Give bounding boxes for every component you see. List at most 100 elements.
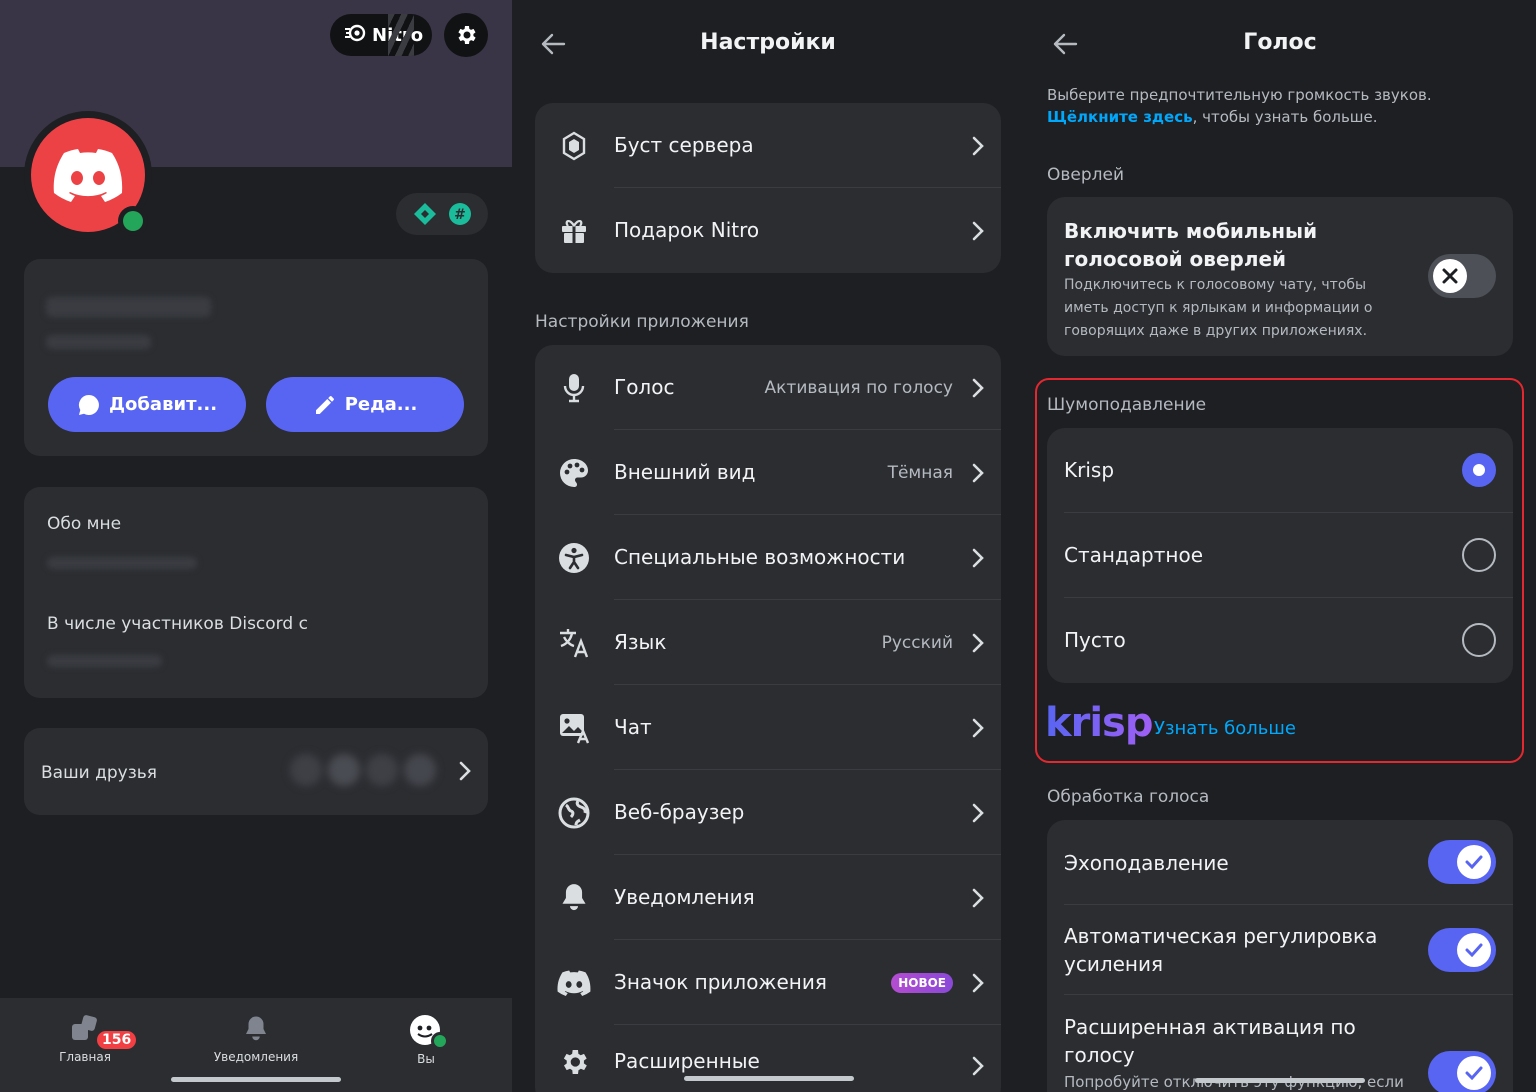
processing-echo-cancellation[interactable]: Эхоподавление: [1047, 820, 1513, 905]
chat-bubble-icon: [78, 394, 99, 415]
checkmark-icon: [1465, 855, 1483, 869]
nav-notifications-label: Уведомления: [213, 1050, 299, 1064]
nav-you[interactable]: Вы: [366, 1014, 486, 1066]
online-status-icon: [118, 206, 148, 236]
overlay-toggle[interactable]: [1428, 254, 1496, 298]
settings-gear-button[interactable]: [444, 13, 488, 57]
new-badge: НОВОЕ: [891, 973, 953, 993]
bell-icon: [557, 881, 591, 915]
nav-you-label: Вы: [417, 1052, 435, 1066]
add-status-button[interactable]: Добавит...: [48, 377, 246, 432]
chevron-right-icon: [972, 463, 984, 483]
chat-image-icon: [557, 711, 591, 745]
edit-profile-label: Реда...: [344, 394, 418, 415]
chevron-right-icon: [972, 136, 984, 156]
unread-badge: 156: [94, 1028, 140, 1052]
settings-row-chat[interactable]: Чат: [535, 685, 1001, 770]
row-label: Голос: [614, 375, 675, 399]
row-label: Значок приложения: [614, 970, 827, 994]
settings-row-boost[interactable]: Буст сервера: [535, 103, 1001, 188]
overlay-title: Включить мобильный голосовой оверлей: [1064, 219, 1318, 271]
toggle-knob: [1457, 845, 1491, 879]
row-label: Специальные возможности: [614, 545, 906, 569]
settings-row-advanced[interactable]: Расширенные: [535, 1025, 1001, 1092]
profile-badges[interactable]: #: [396, 193, 488, 235]
friend-avatars: [290, 754, 450, 790]
intro-text: Выберите предпочтительную громкость звук…: [1047, 86, 1432, 104]
blurred-about: [47, 557, 197, 569]
friends-card[interactable]: Ваши друзья: [24, 728, 488, 815]
toggle-knob: [1457, 933, 1491, 967]
intro-suffix: , чтобы узнать больше.: [1192, 108, 1378, 126]
row-value: Русский: [881, 633, 953, 653]
channel-badge-icon: #: [449, 203, 471, 225]
home-indicator: [1195, 1078, 1365, 1083]
advanced-voice-toggle[interactable]: [1428, 1051, 1496, 1092]
settings-row-gift[interactable]: Подарок Nitro: [535, 188, 1001, 273]
hypesquad-badge-icon: [414, 203, 436, 225]
overlay-section-label: Оверлей: [1047, 165, 1125, 185]
page-title: Настройки: [700, 30, 836, 55]
page-title: Голос: [1243, 30, 1317, 55]
app-settings-group: Голос Активация по голосу Внешний вид Тё…: [535, 345, 1001, 1092]
voice-header: Голос: [1024, 0, 1536, 86]
add-status-label: Добавит...: [108, 394, 218, 415]
highlight-frame: [1035, 378, 1524, 763]
edit-profile-button[interactable]: Реда...: [266, 377, 464, 432]
row-value: Тёмная: [887, 463, 953, 483]
checkmark-icon: [1465, 943, 1483, 957]
friends-label: Ваши друзья: [41, 763, 157, 783]
chevron-right-icon: [972, 221, 984, 241]
chevron-right-icon: [972, 1056, 984, 1076]
auto-gain-toggle[interactable]: [1428, 928, 1496, 972]
row-label: Внешний вид: [614, 460, 756, 484]
svg-text:#: #: [454, 207, 466, 223]
accessibility-icon: [557, 541, 591, 575]
toggle-knob: [1433, 259, 1467, 293]
discord-icon: [557, 966, 591, 1000]
processing-auto-gain[interactable]: Автоматическая регулировка усиления: [1047, 905, 1513, 995]
settings-row-language[interactable]: Язык Русский: [535, 600, 1001, 685]
about-label: Обо мне: [47, 514, 122, 534]
chevron-right-icon: [972, 973, 984, 993]
language-icon: [557, 626, 591, 660]
nitro-button[interactable]: Nitro: [330, 14, 432, 56]
chevron-right-icon: [972, 548, 984, 568]
learn-more-link[interactable]: Щёлкните здесь: [1047, 108, 1193, 126]
online-status-icon: [431, 1032, 449, 1050]
pencil-icon: [315, 395, 334, 414]
chevron-right-icon: [972, 803, 984, 823]
row-label: Язык: [614, 630, 667, 654]
microphone-icon: [557, 371, 591, 405]
voice-processing-section-label: Обработка голоса: [1047, 787, 1210, 807]
home-indicator: [684, 1076, 854, 1081]
settings-row-accessibility[interactable]: Специальные возможности: [535, 515, 1001, 600]
nitro-icon: [344, 24, 366, 46]
row-value: Активация по голосу: [764, 378, 953, 398]
chevron-right-icon: [459, 761, 471, 781]
blurred-handle: [46, 335, 151, 349]
chevron-right-icon: [972, 633, 984, 653]
discord-logo-icon: [53, 149, 123, 202]
settings-row-voice[interactable]: Голос Активация по голосу: [535, 345, 1001, 430]
gift-icon: [557, 214, 591, 248]
nav-notifications[interactable]: Уведомления: [196, 1014, 316, 1064]
app-settings-section-label: Настройки приложения: [535, 312, 749, 332]
row-label: Расширенные: [614, 1049, 760, 1073]
gear-icon: [557, 1045, 591, 1079]
palette-icon: [557, 456, 591, 490]
settings-row-app-icon[interactable]: Значок приложения НОВОЕ: [535, 940, 1001, 1025]
settings-row-browser[interactable]: Веб-браузер: [535, 770, 1001, 855]
chevron-right-icon: [972, 718, 984, 738]
boost-icon: [557, 129, 591, 163]
voice-processing-group: Эхоподавление Автоматическая регулировка…: [1047, 820, 1513, 1092]
settings-row-notifications[interactable]: Уведомления: [535, 855, 1001, 940]
blurred-username: [46, 297, 211, 317]
option-label: Автоматическая регулировка усиления: [1064, 924, 1378, 976]
echo-cancellation-toggle[interactable]: [1428, 840, 1496, 884]
option-label: Эхоподавление: [1064, 851, 1229, 875]
gear-icon: [458, 26, 476, 44]
volume-intro-text: Выберите предпочтительную громкость звук…: [1047, 84, 1497, 128]
settings-row-appearance[interactable]: Внешний вид Тёмная: [535, 430, 1001, 515]
overlay-description: Подключитесь к голосовому чату, чтобы им…: [1064, 277, 1373, 339]
